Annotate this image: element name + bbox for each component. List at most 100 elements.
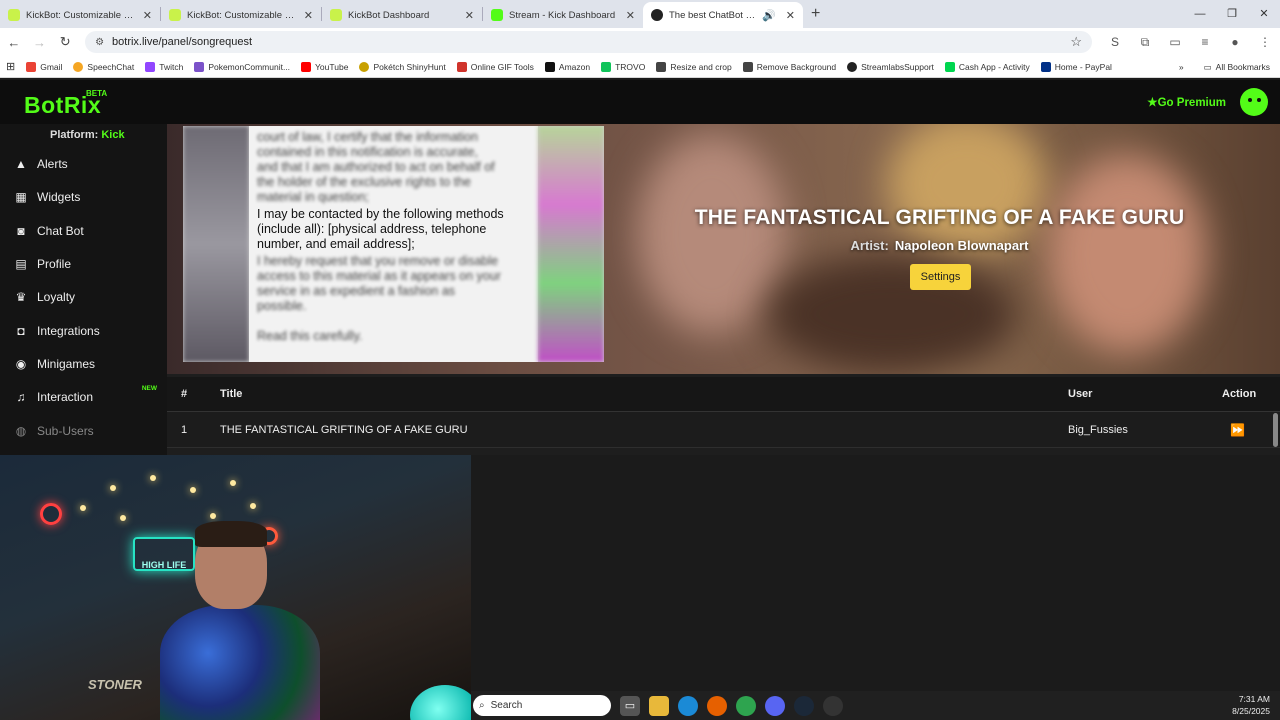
kickbot-favicon-icon [8,9,20,21]
botrix-favicon-icon [651,9,663,21]
bookmark-amazon[interactable]: Amazon [544,61,590,72]
browser-tab-3[interactable]: KickBot Dashboard ✕ [322,2,482,28]
now-playing-title: THE FANTASTICAL GRIFTING OF A FAKE GURU [694,206,1185,229]
bookmark-streamlabs-support[interactable]: StreamlabsSupport [847,61,934,72]
taskbar-search[interactable]: ⌕ Search [473,695,611,716]
forward-arrow-icon[interactable]: → [28,35,52,50]
bookmarks-bar: ⊞ Gmail SpeechChat Twitch PokemonCommuni… [0,56,1280,78]
sidebar-item-interaction[interactable]: ♫ Interaction NEW [0,381,167,413]
bookmark-poketch[interactable]: Pokétch ShinyHunt [359,61,446,72]
glowing-orb [410,685,471,720]
search-icon: ⌕ [479,700,485,711]
cast-icon[interactable]: ▭ [1160,35,1190,50]
minimize-icon[interactable]: — [1184,0,1216,28]
speechchat-icon [73,61,84,72]
steam-icon[interactable] [794,695,814,716]
apps-grid-icon[interactable]: ⊞ [6,60,15,73]
browser-tab-2[interactable]: KickBot: Customizable Chat Bo ✕ [161,2,321,28]
app-icon[interactable] [823,695,843,716]
col-action: Action [1222,388,1257,400]
address-bar[interactable]: ⚙ botrix.live/panel/songrequest ☆ [85,31,1092,53]
reload-icon[interactable]: ↻ [53,34,77,50]
chevron-right-double-icon[interactable]: » [1179,62,1184,72]
cash-app-icon [944,61,955,72]
firefox-icon[interactable] [707,695,727,716]
all-bookmarks-link[interactable]: All Bookmarks [1216,62,1270,72]
row-user: Big_Fussies [1068,423,1128,436]
window-close-icon[interactable]: ✕ [1248,0,1280,28]
maximize-icon[interactable]: ❐ [1216,0,1248,28]
sidebar-item-alerts[interactable]: ▲ Alerts [0,148,167,180]
doc-line: material in question; [257,190,369,204]
doc-line: Read this carefully. [257,329,363,343]
integrations-icon: ◘ [17,324,25,338]
browser-tab-4[interactable]: Stream - Kick Dashboard ✕ [483,2,643,28]
song-queue-table: # Title User Action 1 THE FANTASTICAL GR… [167,377,1280,448]
browser-tab-1[interactable]: KickBot: Customizable Chat Bo ✕ [0,2,160,28]
bookmark-speechchat[interactable]: SpeechChat [73,61,134,72]
bookmark-remove-background[interactable]: Remove Background [742,61,836,72]
back-arrow-icon[interactable]: ← [2,35,26,50]
shelf-sign: STONER [88,677,142,692]
skip-forward-icon[interactable]: ⏩ [1230,412,1245,447]
profile-icon: ▤ [15,257,27,271]
browser-tab-5-active[interactable]: The best ChatBot and Widg 🔊 ✕ [643,2,803,28]
bookmark-paypal[interactable]: Home - PayPal [1040,61,1112,72]
bookmark-online-gif-tools[interactable]: Online GIF Tools [456,61,534,72]
go-premium-link[interactable]: ★Go Premium [1147,95,1226,109]
settings-button[interactable]: Settings [910,264,971,290]
sidebar-item-sub-users[interactable]: ◍ Sub-Users [0,415,167,447]
col-number: # [181,388,188,400]
neon-light-icon [40,503,62,525]
now-playing-banner: court of law, I certify that the informa… [167,124,1280,374]
file-explorer-icon[interactable] [649,695,669,716]
bookmark-gmail[interactable]: Gmail [26,61,62,72]
user-avatar[interactable] [1240,88,1268,116]
browser-menu-icon[interactable]: ⋮ [1250,35,1280,50]
system-clock[interactable]: 7:31 AM 8/25/2025 [1232,693,1270,717]
remove-bg-icon [742,61,753,72]
pokemon-community-icon [194,61,205,72]
sidebar-item-widgets[interactable]: ▦ Widgets [0,181,167,213]
streamer [160,521,320,720]
kickbot-favicon-icon [169,9,181,21]
extension-s-icon[interactable]: S [1100,35,1130,50]
sidebar-item-loyalty[interactable]: ♛ Loyalty [0,281,167,313]
chrome-icon[interactable] [736,695,756,716]
extensions-area: S ⧉ ▭ ≡ ● ⋮ [1100,35,1280,50]
close-tab-icon[interactable]: ✕ [143,9,152,22]
sidebar-item-minigames[interactable]: ◉ Minigames [0,348,167,380]
doc-line-sharp: I may be contacted by the following meth… [257,207,504,251]
extensions-puzzle-icon[interactable]: ⧉ [1130,35,1160,50]
doc-line: court of law, I certify that the informa… [257,130,478,144]
bookmark-star-icon[interactable]: ☆ [1070,34,1082,50]
sidebar-item-profile[interactable]: ▤ Profile [0,248,167,280]
close-tab-icon[interactable]: ✕ [304,9,313,22]
reading-list-icon[interactable]: ≡ [1190,35,1220,50]
close-tab-icon[interactable]: ✕ [626,9,635,22]
edge-icon[interactable] [678,695,698,716]
speaker-icon[interactable]: 🔊 [762,9,776,22]
close-tab-icon[interactable]: ✕ [786,9,795,22]
profile-avatar-icon[interactable]: ● [1220,35,1250,50]
paypal-icon [1040,61,1051,72]
bookmark-youtube[interactable]: YouTube [301,61,348,72]
scrollbar[interactable] [1273,413,1278,447]
sidebar-item-chat-bot[interactable]: ◙ Chat Bot [0,215,167,247]
gamepad-icon: ◉ [15,357,27,371]
bookmark-trovo[interactable]: TROVO [601,61,645,72]
bookmark-twitch[interactable]: Twitch [145,61,183,72]
bookmark-cash-app[interactable]: Cash App - Activity [944,61,1030,72]
bookmark-resize-crop[interactable]: Resize and crop [656,61,732,72]
star-icon: ★ [1147,97,1158,109]
sidebar-item-integrations[interactable]: ◘ Integrations [0,315,167,347]
task-view-icon[interactable]: ▭ [620,695,640,716]
discord-icon[interactable] [765,695,785,716]
bookmark-pokemoncommunity[interactable]: PokemonCommunit... [194,61,290,72]
new-tab-icon[interactable]: + [811,5,820,23]
amazon-icon [544,61,555,72]
site-info-icon[interactable]: ⚙ [95,37,104,48]
table-header: # Title User Action [167,377,1280,412]
webcam-overlay: HIGH LIFE STONER [0,455,471,720]
close-tab-icon[interactable]: ✕ [465,9,474,22]
